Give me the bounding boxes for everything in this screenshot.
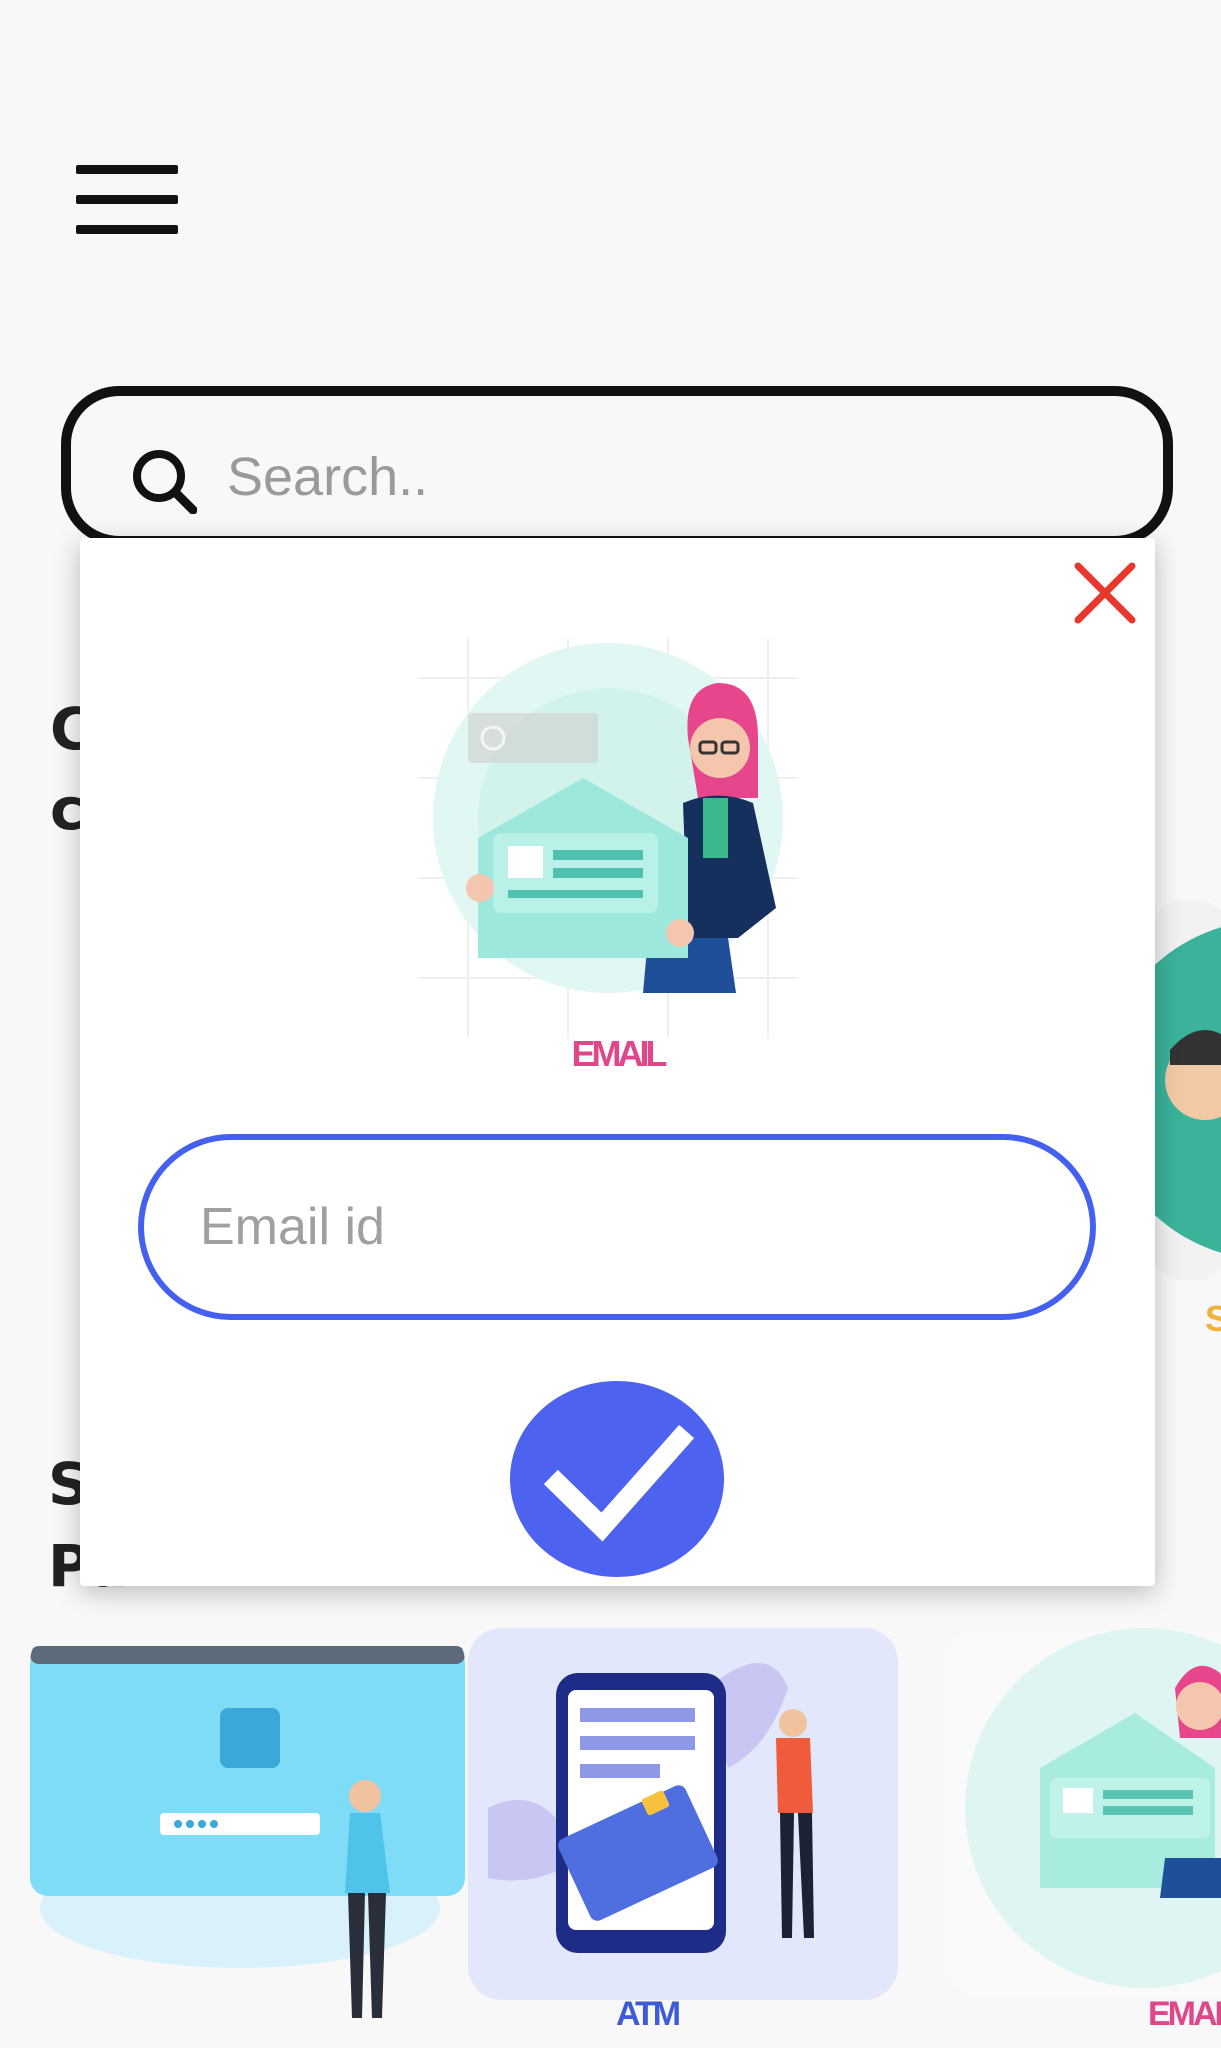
close-icon[interactable] — [1070, 558, 1140, 628]
email-illustration-label: EMAIL — [571, 1033, 668, 1074]
search-icon — [133, 450, 197, 514]
atm-card-label: ATM — [616, 1995, 681, 2033]
background-card-partial[interactable] — [1150, 900, 1221, 1280]
email-card[interactable] — [945, 1628, 1221, 1998]
email-card-label: EMAIL — [1148, 1995, 1221, 2033]
menu-icon[interactable] — [76, 165, 178, 235]
atm-card[interactable] — [468, 1628, 898, 2000]
search-input[interactable]: Search.. — [227, 446, 428, 508]
email-illustration — [418, 638, 798, 1038]
email-modal: EMAIL — [80, 538, 1155, 1586]
submit-button[interactable] — [510, 1381, 724, 1577]
email-illustration — [965, 1628, 1221, 1988]
checkmark-icon — [543, 1424, 695, 1542]
person-illustration — [1150, 927, 1221, 1253]
atm-illustration — [488, 1663, 814, 1953]
password-illustration — [30, 1646, 465, 2018]
password-card[interactable] — [30, 1628, 465, 2028]
background-card-label-partial: S — [1205, 1298, 1221, 1339]
email-field[interactable] — [138, 1134, 1096, 1320]
search-bar[interactable]: Search.. — [61, 386, 1173, 546]
